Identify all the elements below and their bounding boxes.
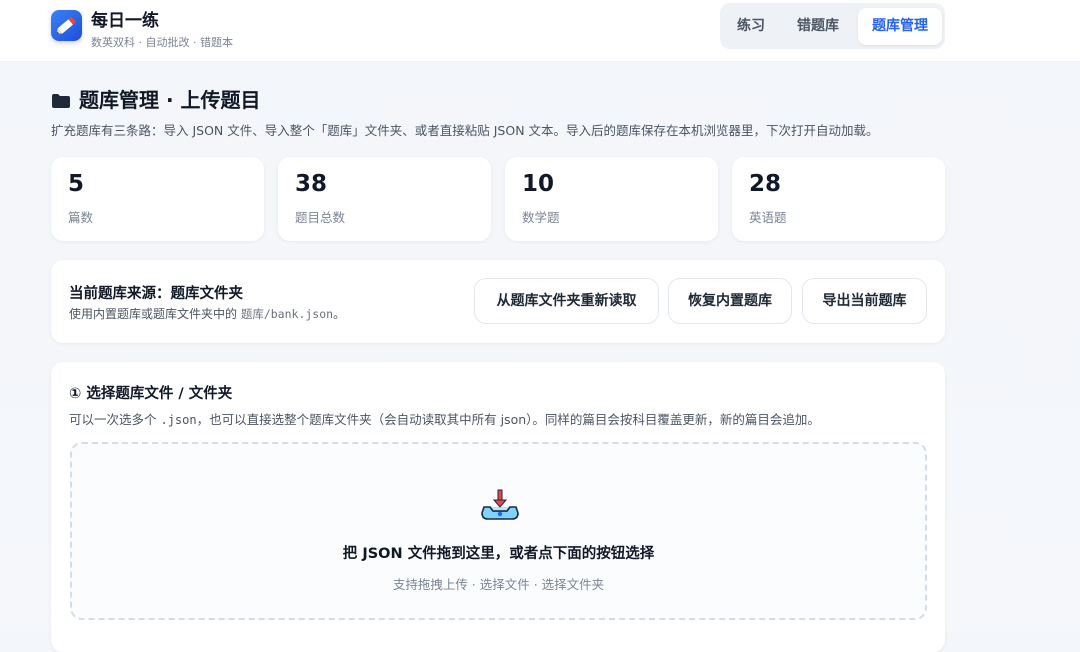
folder-icon — [52, 94, 70, 108]
tab-wrong-questions[interactable]: 错题库 — [784, 8, 852, 45]
stat-value: 5 — [68, 171, 85, 197]
desc-text: 可以一次选多个 — [69, 412, 161, 427]
dropzone-sub-text: 支持拖拽上传 · 选择文件 · 选择文件夹 — [392, 577, 605, 592]
app-logo — [51, 10, 82, 41]
stat-value: 28 — [749, 171, 782, 197]
upload-section-description: 可以一次选多个 .json，也可以直接选整个题库文件夹（会自动读取其中所有 js… — [69, 409, 820, 428]
export-bank-button[interactable]: 导出当前题库 — [802, 278, 927, 324]
upload-card: ① 选择题库文件 / 文件夹 可以一次选多个 .json，也可以直接选整个题库文… — [51, 362, 945, 652]
stat-card-articles: 5 篇数 — [51, 157, 264, 241]
page-description: 扩充题库有三条路：导入 JSON 文件、导入整个「题库」文件夹、或者直接粘贴 J… — [51, 123, 879, 138]
page-title-text: 题库管理 · 上传题目 — [79, 88, 261, 112]
desc-text: 使用内置题库或题库文件夹中的 — [69, 307, 241, 321]
file-extension: .json — [160, 413, 197, 427]
top-bar: 每日一练 数英双科 · 自动批改 · 错题本 练习 错题库 题库管理 — [0, 0, 1080, 62]
bank-file-path: 题库/bank.json — [240, 307, 334, 321]
inbox-download-icon — [481, 489, 519, 520]
page-title: 题库管理 · 上传题目 — [51, 84, 261, 113]
tab-bank-management[interactable]: 题库管理 — [858, 8, 942, 45]
main-nav: 练习 错题库 题库管理 — [720, 3, 945, 49]
bank-source-description: 使用内置题库或题库文件夹中的 题库/bank.json。 — [69, 305, 345, 322]
desc-text: ，也可以直接选整个题库文件夹（会自动读取其中所有 json）。同样的篇目会按科目… — [196, 412, 820, 427]
stat-label: 篇数 — [68, 210, 94, 225]
file-dropzone[interactable]: 把 JSON 文件拖到这里，或者点下面的按钮选择 支持拖拽上传 · 选择文件 ·… — [70, 442, 927, 620]
upload-section-title: ① 选择题库文件 / 文件夹 — [69, 386, 233, 402]
dropzone-main-text: 把 JSON 文件拖到这里，或者点下面的按钮选择 — [342, 546, 655, 562]
stat-label: 题目总数 — [295, 210, 346, 225]
stat-value: 10 — [522, 171, 555, 197]
stat-card-math: 10 数学题 — [505, 157, 718, 241]
app-subtitle: 数英双科 · 自动批改 · 错题本 — [91, 36, 233, 49]
stat-label: 英语题 — [749, 210, 787, 225]
app-title: 每日一练 — [91, 11, 159, 31]
desc-text: 。 — [333, 307, 346, 321]
stat-card-english: 28 英语题 — [732, 157, 945, 241]
stat-value: 38 — [295, 171, 328, 197]
tab-practice[interactable]: 练习 — [724, 8, 778, 45]
reload-from-folder-button[interactable]: 从题库文件夹重新读取 — [474, 278, 659, 324]
restore-builtin-button[interactable]: 恢复内置题库 — [668, 278, 792, 324]
pencil-icon — [56, 16, 77, 34]
stat-card-total-questions: 38 题目总数 — [278, 157, 491, 241]
bank-source-title: 当前题库来源：题库文件夹 — [69, 286, 243, 302]
stat-label: 数学题 — [522, 210, 560, 225]
bank-source-card: 当前题库来源：题库文件夹 使用内置题库或题库文件夹中的 题库/bank.json… — [51, 260, 945, 343]
